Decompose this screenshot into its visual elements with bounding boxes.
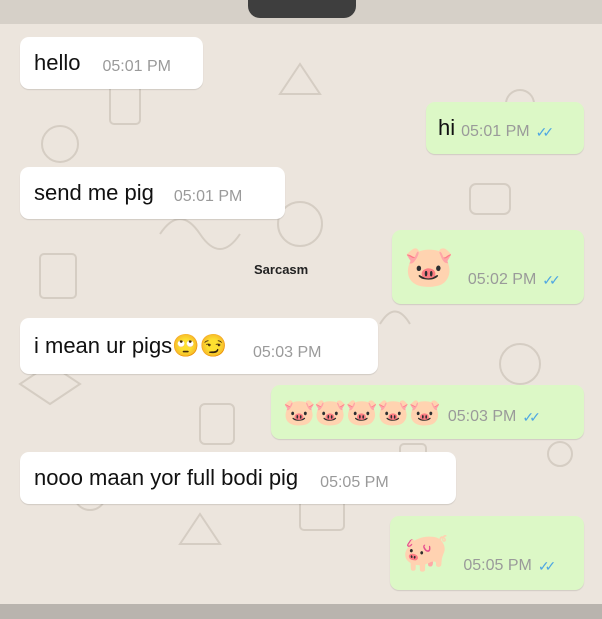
message-time: 05:01 PM (173, 188, 243, 205)
pig-icon: 🐖 (402, 532, 450, 574)
message-incoming[interactable]: i mean ur pigs🙄😏 05:03 PM (20, 318, 378, 374)
read-ticks-icon: ✓✓ (535, 123, 555, 140)
message-text: send me pig (34, 180, 154, 205)
message-time: 05:02 PM (467, 271, 537, 288)
message-outgoing[interactable]: 🐷 05:02 PM ✓✓ (392, 230, 584, 304)
message-outgoing[interactable]: 🐷🐷🐷🐷🐷 05:03 PM ✓✓ (271, 385, 584, 439)
message-text: hi (438, 115, 456, 140)
message-text: hello (34, 50, 81, 75)
notch (248, 0, 356, 18)
message-time: 05:01 PM (461, 123, 530, 140)
watermark-text: Sarcasm (254, 262, 309, 277)
read-ticks-icon: ✓✓ (542, 271, 561, 288)
message-time: 05:03 PM (447, 408, 517, 425)
pig-faces-icon: 🐷🐷🐷🐷🐷 (283, 397, 441, 427)
message-time: 05:05 PM (320, 474, 389, 491)
message-time: 05:01 PM (102, 58, 171, 75)
message-outgoing[interactable]: hi 05:01 PM ✓✓ (426, 102, 584, 154)
message-time: 05:03 PM (252, 344, 322, 361)
message-outgoing[interactable]: 🐖 05:05 PM ✓✓ (390, 516, 584, 590)
message-incoming[interactable]: hello 05:01 PM (20, 37, 203, 89)
bottom-edge (0, 604, 602, 619)
message-text: i mean ur pigs🙄😏 (34, 333, 227, 358)
message-text: nooo maan yor full bodi pig (34, 465, 299, 490)
pig-face-icon: 🐷 (404, 245, 454, 289)
read-ticks-icon: ✓✓ (522, 408, 541, 425)
read-ticks-icon: ✓✓ (537, 557, 557, 574)
message-incoming[interactable]: send me pig 05:01 PM (20, 167, 285, 219)
message-incoming[interactable]: nooo maan yor full bodi pig 05:05 PM (20, 452, 456, 504)
message-time: 05:05 PM (463, 557, 532, 574)
